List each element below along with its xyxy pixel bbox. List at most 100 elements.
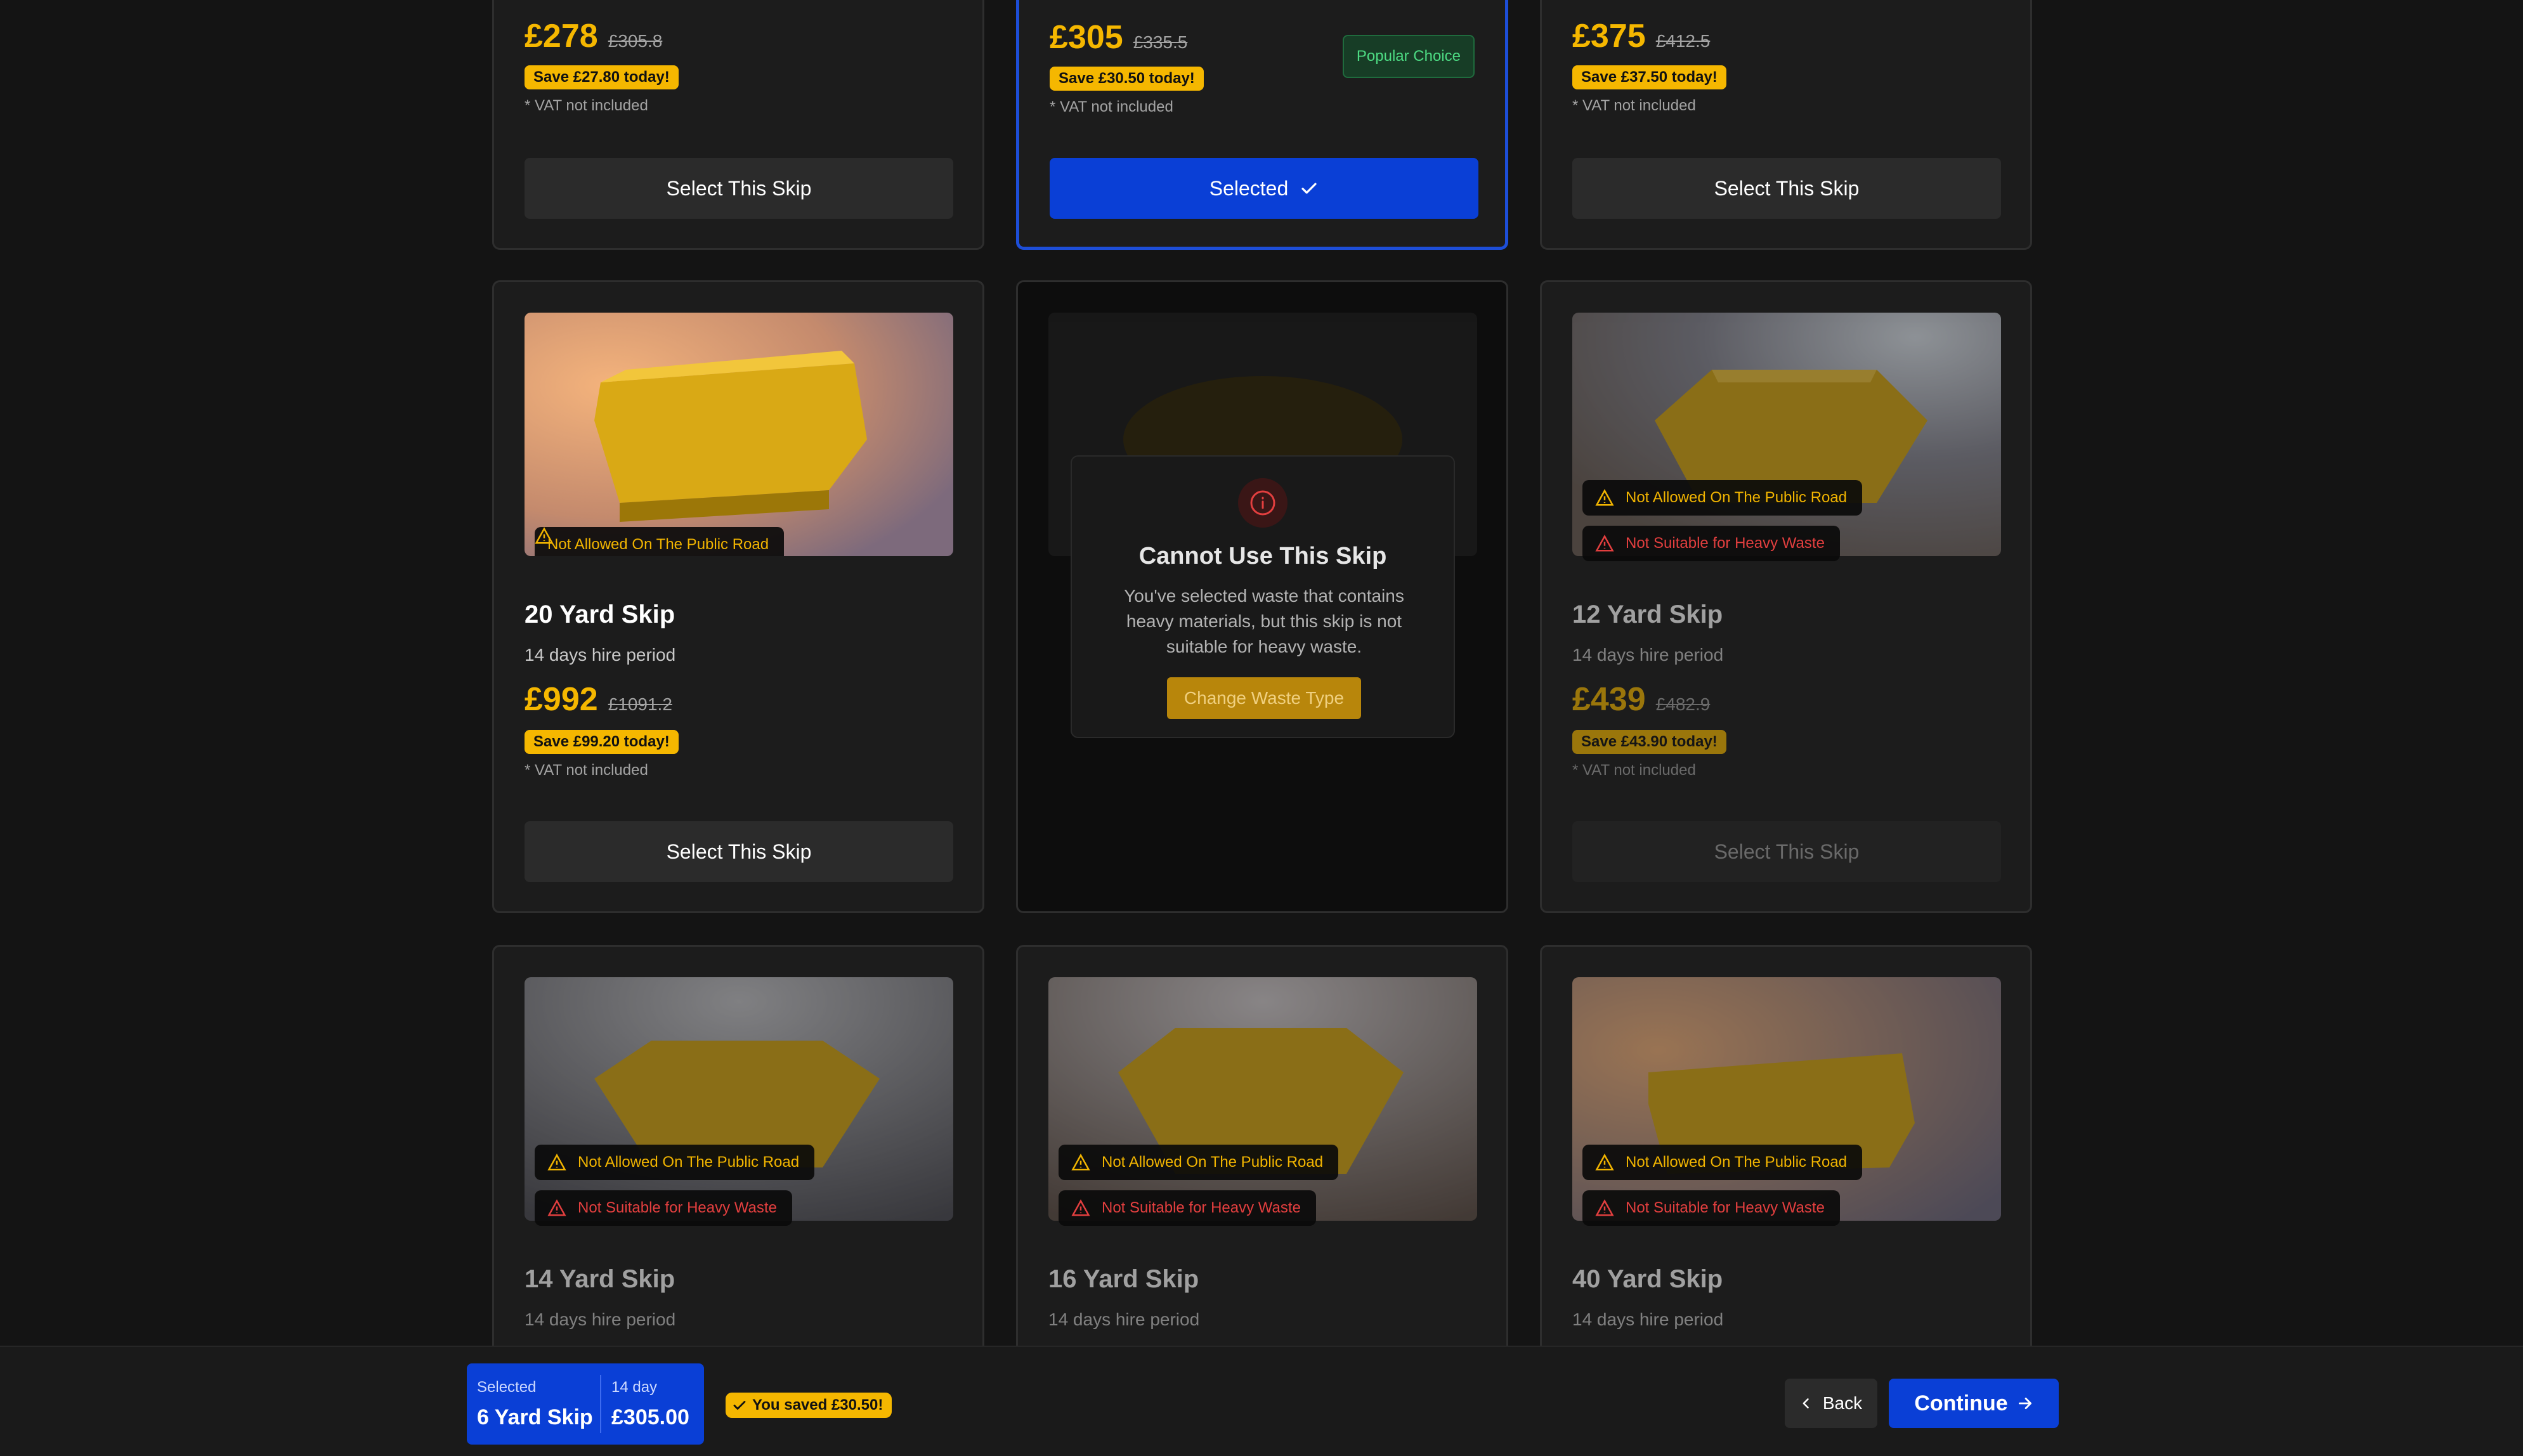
skip-card-14-yard: Not Allowed On The Public Road Not Suita… — [492, 945, 984, 1389]
not-suitable-heavy-badge: Not Suitable for Heavy Waste — [1059, 1190, 1316, 1226]
not-suitable-heavy-badge: Not Suitable for Heavy Waste — [1582, 526, 1840, 561]
select-skip-button[interactable]: Select This Skip — [525, 821, 953, 882]
warning-triangle-icon — [547, 1199, 566, 1216]
not-allowed-road-badge: Not Allowed On The Public Road — [1582, 1145, 1863, 1180]
warning-text: Not Suitable for Heavy Waste — [1102, 1199, 1301, 1216]
warning-text: Not Allowed On The Public Road — [1626, 1154, 1848, 1171]
warning-triangle-icon — [1071, 1199, 1090, 1216]
select-skip-button-disabled: Select This Skip — [1572, 821, 2001, 882]
skip-title: 40 Yard Skip — [1572, 1265, 1723, 1293]
price-current: £375 — [1572, 18, 1646, 55]
continue-button[interactable]: Continue — [1889, 1379, 2059, 1428]
skip-image — [1572, 977, 2001, 1221]
savings-text: You saved £30.50! — [752, 1396, 883, 1414]
not-suitable-heavy-badge: Not Suitable for Heavy Waste — [535, 1190, 792, 1226]
skip-image: Not Allowed On The Public Road — [525, 313, 953, 556]
warning-triangle-icon — [1595, 489, 1614, 506]
select-skip-button[interactable]: Select This Skip — [525, 158, 953, 219]
price-original: £412.5 — [1655, 31, 1711, 51]
price-original: £335.5 — [1133, 32, 1188, 52]
price-row: £992 £1091.2 — [525, 680, 672, 718]
skip-title: 14 Yard Skip — [525, 1265, 675, 1293]
not-suitable-heavy-badge: Not Suitable for Heavy Waste — [1582, 1190, 1840, 1226]
info-icon — [1250, 490, 1275, 516]
footer-bar: Selected 6 Yard Skip 14 day £305.00 You … — [0, 1346, 2523, 1456]
selected-label: Selected — [477, 1379, 537, 1396]
hire-period: 14 days hire period — [1048, 1310, 1200, 1329]
chevron-left-icon — [1803, 1398, 1809, 1408]
price-current: £992 — [525, 681, 598, 718]
warning-triangle-icon — [1071, 1154, 1090, 1171]
back-label: Back — [1822, 1393, 1863, 1413]
not-allowed-road-badge: Not Allowed On The Public Road — [1059, 1145, 1339, 1180]
skip-title: 16 Yard Skip — [1048, 1265, 1199, 1293]
skip-title: 12 Yard Skip — [1572, 601, 1723, 628]
savings-badge: You saved £30.50! — [726, 1393, 892, 1418]
warning-text: Not Suitable for Heavy Waste — [578, 1199, 777, 1216]
warning-text: Not Allowed On The Public Road — [547, 536, 769, 553]
warning-triangle-icon — [1595, 1154, 1614, 1171]
save-badge: Save £37.50 today! — [1572, 65, 1726, 89]
summary-divider — [600, 1375, 601, 1433]
checkmark-icon — [733, 1401, 746, 1410]
select-skip-button[interactable]: Select This Skip — [1572, 158, 2001, 219]
vat-note: * VAT not included — [1572, 97, 1696, 114]
save-badge: Save £99.20 today! — [525, 730, 679, 754]
skip-card-top-2[interactable]: £305 £335.5 Popular Choice Save £30.50 t… — [1016, 0, 1508, 250]
price-current: £305 — [1050, 19, 1123, 56]
warning-triangle-icon — [547, 1154, 566, 1171]
change-waste-type-button[interactable]: Change Waste Type — [1167, 677, 1361, 719]
skip-card-top-3: £375 £412.5 Save £37.50 today! * VAT not… — [1540, 0, 2032, 250]
price-row: £375 £412.5 — [1572, 17, 1710, 55]
warning-triangle-icon — [1595, 535, 1614, 552]
dialog-message: You've selected waste that contains heav… — [1124, 586, 1404, 656]
info-icon-wrap — [1238, 478, 1288, 528]
skip-card-16-yard: Not Allowed On The Public Road Not Suita… — [1016, 945, 1508, 1389]
price-original: £1091.2 — [608, 694, 672, 714]
vat-note: * VAT not included — [525, 97, 648, 114]
skip-card-top-1: £278 £305.8 Save £27.80 today! * VAT not… — [492, 0, 984, 250]
price-original: £482.9 — [1655, 694, 1711, 714]
price-row: £305 £335.5 — [1050, 18, 1187, 56]
skip-image — [1048, 977, 1477, 1221]
save-badge: Save £27.80 today! — [525, 65, 679, 89]
warning-text: Not Allowed On The Public Road — [578, 1154, 800, 1171]
skip-card-20-yard: Not Allowed On The Public Road 20 Yard S… — [492, 280, 984, 913]
warning-text: Not Allowed On The Public Road — [1102, 1154, 1324, 1171]
vat-note: * VAT not included — [1050, 98, 1173, 115]
hire-period: 14 days hire period — [525, 1310, 676, 1329]
back-button[interactable]: Back — [1785, 1379, 1877, 1428]
not-allowed-road-badge: Not Allowed On The Public Road — [1582, 480, 1863, 516]
checkmark-icon — [1301, 183, 1317, 194]
price-row: £439 £482.9 — [1572, 680, 1710, 718]
skip-image — [1572, 313, 2001, 556]
period-label: 14 day — [611, 1379, 658, 1396]
vat-note: * VAT not included — [1572, 762, 1696, 779]
total-price: £305.00 — [611, 1405, 689, 1429]
save-badge: Save £30.50 today! — [1050, 67, 1204, 91]
warning-triangle-icon — [535, 527, 554, 544]
not-allowed-road-badge: Not Allowed On The Public Road — [535, 527, 785, 556]
selected-label: Selected — [1209, 176, 1289, 200]
warning-triangle-icon — [1595, 1199, 1614, 1216]
skip-title: 20 Yard Skip — [525, 601, 675, 628]
arrow-right-icon — [2018, 1398, 2031, 1409]
cannot-use-dialog: Cannot Use This Skip You've selected was… — [1071, 455, 1455, 738]
selected-skip: 6 Yard Skip — [477, 1405, 593, 1429]
skip-card-40-yard: Not Allowed On The Public Road Not Suita… — [1540, 945, 2032, 1389]
warning-text: Not Suitable for Heavy Waste — [1626, 535, 1825, 552]
hire-period: 14 days hire period — [1572, 645, 1724, 665]
price-row: £278 £305.8 — [525, 17, 662, 55]
warning-text: Not Allowed On The Public Road — [1626, 489, 1848, 506]
hire-period: 14 days hire period — [525, 645, 676, 665]
hire-period: 14 days hire period — [1572, 1310, 1724, 1329]
skip-card-12-yard: Not Allowed On The Public Road Not Suita… — [1540, 280, 2032, 913]
continue-label: Continue — [1914, 1391, 2008, 1415]
price-current: £278 — [525, 18, 598, 55]
skip-image — [525, 977, 953, 1221]
dialog-title: Cannot Use This Skip — [1138, 543, 1387, 569]
vat-note: * VAT not included — [525, 762, 648, 779]
save-badge: Save £43.90 today! — [1572, 730, 1726, 754]
selected-button[interactable]: Selected — [1050, 158, 1478, 219]
popular-choice-badge: Popular Choice — [1342, 35, 1475, 78]
